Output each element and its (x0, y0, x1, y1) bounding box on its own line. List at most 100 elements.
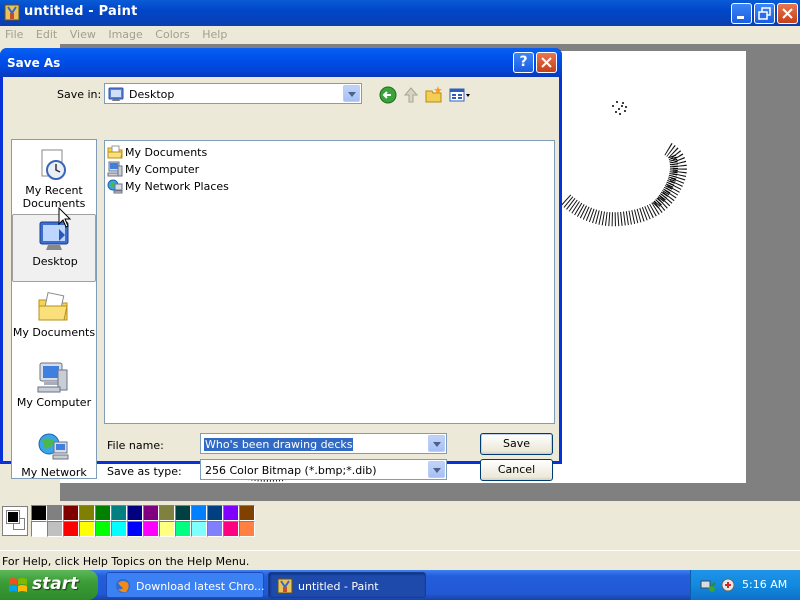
new-folder-icon[interactable] (424, 85, 444, 105)
menu-bar: File Edit View Image Colors Help (0, 26, 800, 44)
color-swatch[interactable] (143, 521, 159, 537)
color-swatch[interactable] (79, 505, 95, 521)
list-item-label: My Computer (125, 163, 200, 176)
color-swatch[interactable] (175, 505, 191, 521)
color-swatch[interactable] (47, 505, 63, 521)
save-as-type-value: 256 Color Bitmap (*.bmp;*.dib) (205, 464, 377, 477)
save-as-type-dropdown[interactable]: 256 Color Bitmap (*.bmp;*.dib) (200, 459, 447, 480)
color-swatch[interactable] (111, 521, 127, 537)
paint-app-icon (4, 4, 20, 21)
close-icon (541, 57, 552, 68)
dialog-title-bar[interactable]: Save As ? (0, 48, 562, 77)
chevron-down-icon[interactable] (343, 85, 360, 102)
color-swatch[interactable] (31, 521, 47, 537)
place-label: Desktop (32, 255, 78, 268)
color-swatch[interactable] (79, 521, 95, 537)
file-name-value[interactable]: Who's been drawing decks (204, 438, 354, 451)
menu-edit[interactable]: Edit (31, 26, 61, 41)
save-in-dropdown[interactable]: Desktop (104, 83, 362, 104)
network-tray-icon[interactable] (700, 577, 716, 593)
color-swatch[interactable] (159, 521, 175, 537)
place-label: My Recent Documents (22, 184, 86, 210)
firefox-icon (116, 579, 130, 593)
menu-view[interactable]: View (65, 26, 100, 41)
window-title: untitled - Paint (24, 4, 138, 19)
color-swatch[interactable] (95, 505, 111, 521)
taskbar-item-paint[interactable]: untitled - Paint (268, 572, 426, 598)
restore-button[interactable] (754, 3, 775, 24)
network-places-icon (107, 179, 123, 194)
chevron-down-icon[interactable] (428, 461, 445, 478)
restore-icon (758, 7, 771, 20)
save-as-type-label: Save as type: (107, 465, 182, 478)
menu-colors[interactable]: Colors (150, 26, 193, 41)
back-icon[interactable] (378, 85, 398, 105)
color-swatch[interactable] (63, 505, 79, 521)
save-button[interactable]: Save (480, 433, 553, 455)
list-item-label: My Documents (125, 146, 208, 159)
color-swatch[interactable] (127, 521, 143, 537)
taskbar-item-label: untitled - Paint (298, 580, 379, 593)
color-swatch[interactable] (223, 521, 239, 537)
current-colors (2, 506, 28, 536)
start-label: start (32, 574, 79, 594)
place-my-computer[interactable]: My Computer (12, 356, 96, 424)
status-bar: For Help, click Help Topics on the Help … (0, 550, 800, 570)
minimize-button[interactable] (731, 3, 752, 24)
color-swatch[interactable] (239, 521, 255, 537)
chevron-down-icon[interactable] (428, 435, 445, 452)
cancel-button[interactable]: Cancel (480, 459, 553, 481)
views-menu-icon[interactable] (448, 85, 472, 105)
up-folder-icon[interactable] (401, 85, 421, 105)
close-icon (782, 8, 793, 19)
recent-documents-icon (41, 149, 66, 180)
color-swatch[interactable] (127, 505, 143, 521)
save-in-label: Save in: (57, 88, 102, 101)
menu-help[interactable]: Help (197, 26, 231, 41)
save-as-dialog: Save As ? Save in: Desktop My Recent Doc… (0, 48, 562, 481)
file-name-label: File name: (107, 439, 164, 452)
color-swatch[interactable] (31, 505, 47, 521)
paint-icon (277, 578, 293, 594)
place-label: My Computer (16, 396, 92, 409)
dialog-body: Save in: Desktop My Recent Documents Des… (3, 77, 559, 481)
computer-icon (107, 161, 123, 177)
file-name-field[interactable]: Who's been drawing decks (200, 433, 447, 454)
place-my-documents[interactable]: My Documents (12, 286, 96, 354)
file-list[interactable]: My Documents My Computer My Network Plac… (104, 140, 555, 424)
taskbar-item-browser[interactable]: Download latest Chro... (106, 572, 265, 598)
my-documents-icon (38, 291, 68, 321)
system-tray: 5:16 AM (690, 570, 800, 600)
my-computer-icon (37, 362, 68, 393)
menu-file[interactable]: File (0, 26, 27, 41)
safely-remove-tray-icon[interactable] (720, 577, 736, 593)
color-swatch[interactable] (191, 505, 207, 521)
color-swatch[interactable] (207, 521, 223, 537)
mouse-cursor-icon (58, 207, 72, 228)
clock[interactable]: 5:16 AM (742, 578, 787, 591)
menu-image[interactable]: Image (103, 26, 146, 41)
folder-icon (107, 145, 123, 159)
color-swatch[interactable] (111, 505, 127, 521)
color-swatch[interactable] (63, 521, 79, 537)
windows-logo-icon (9, 578, 27, 592)
desktop-icon (108, 87, 124, 101)
color-swatch[interactable] (191, 521, 207, 537)
dialog-help-button[interactable]: ? (513, 52, 534, 73)
place-my-network[interactable]: My Network (12, 426, 96, 494)
start-button[interactable]: start (0, 570, 98, 600)
color-swatch[interactable] (95, 521, 111, 537)
color-swatch[interactable] (47, 521, 63, 537)
dialog-close-button[interactable] (536, 52, 557, 73)
dialog-title: Save As (7, 56, 61, 70)
place-my-recent-documents[interactable]: My Recent Documents (12, 144, 96, 212)
color-swatch[interactable] (143, 505, 159, 521)
color-swatch[interactable] (223, 505, 239, 521)
place-desktop[interactable]: Desktop (12, 214, 96, 282)
color-swatch[interactable] (159, 505, 175, 521)
paint-title-bar[interactable]: untitled - Paint (0, 0, 800, 26)
color-swatch[interactable] (239, 505, 255, 521)
color-swatch[interactable] (175, 521, 191, 537)
color-swatch[interactable] (207, 505, 223, 521)
close-button[interactable] (777, 3, 798, 24)
